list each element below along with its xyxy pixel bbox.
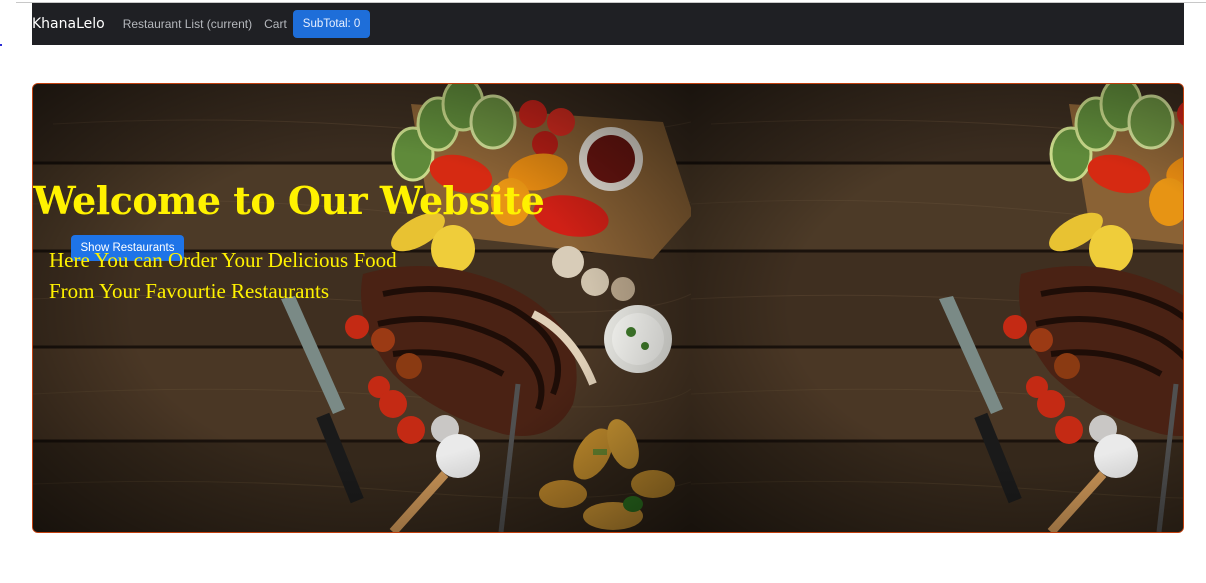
hero-subtitle: Here You can Order Your Delicious Food F… xyxy=(49,245,397,307)
hero-subtitle-line2: From Your Favourtie Restaurants xyxy=(49,279,329,303)
stray-mark xyxy=(0,44,2,46)
hero-background-image xyxy=(33,84,1183,532)
nav-link-restaurant-list[interactable]: Restaurant List (current) xyxy=(123,17,252,31)
hero-subtitle-line1: Here You can Order Your Delicious Food xyxy=(49,248,397,272)
hero-banner: Welcome to Our Website Show Restaurants … xyxy=(32,83,1184,533)
nav-link-cart[interactable]: Cart xyxy=(264,17,287,31)
hero-title: Welcome to Our Website xyxy=(33,178,545,223)
navbar: KhanaLelo Restaurant List (current) Cart… xyxy=(32,3,1184,45)
subtotal-button[interactable]: SubTotal: 0 xyxy=(292,10,371,38)
brand-logo[interactable]: KhanaLelo xyxy=(32,16,105,32)
